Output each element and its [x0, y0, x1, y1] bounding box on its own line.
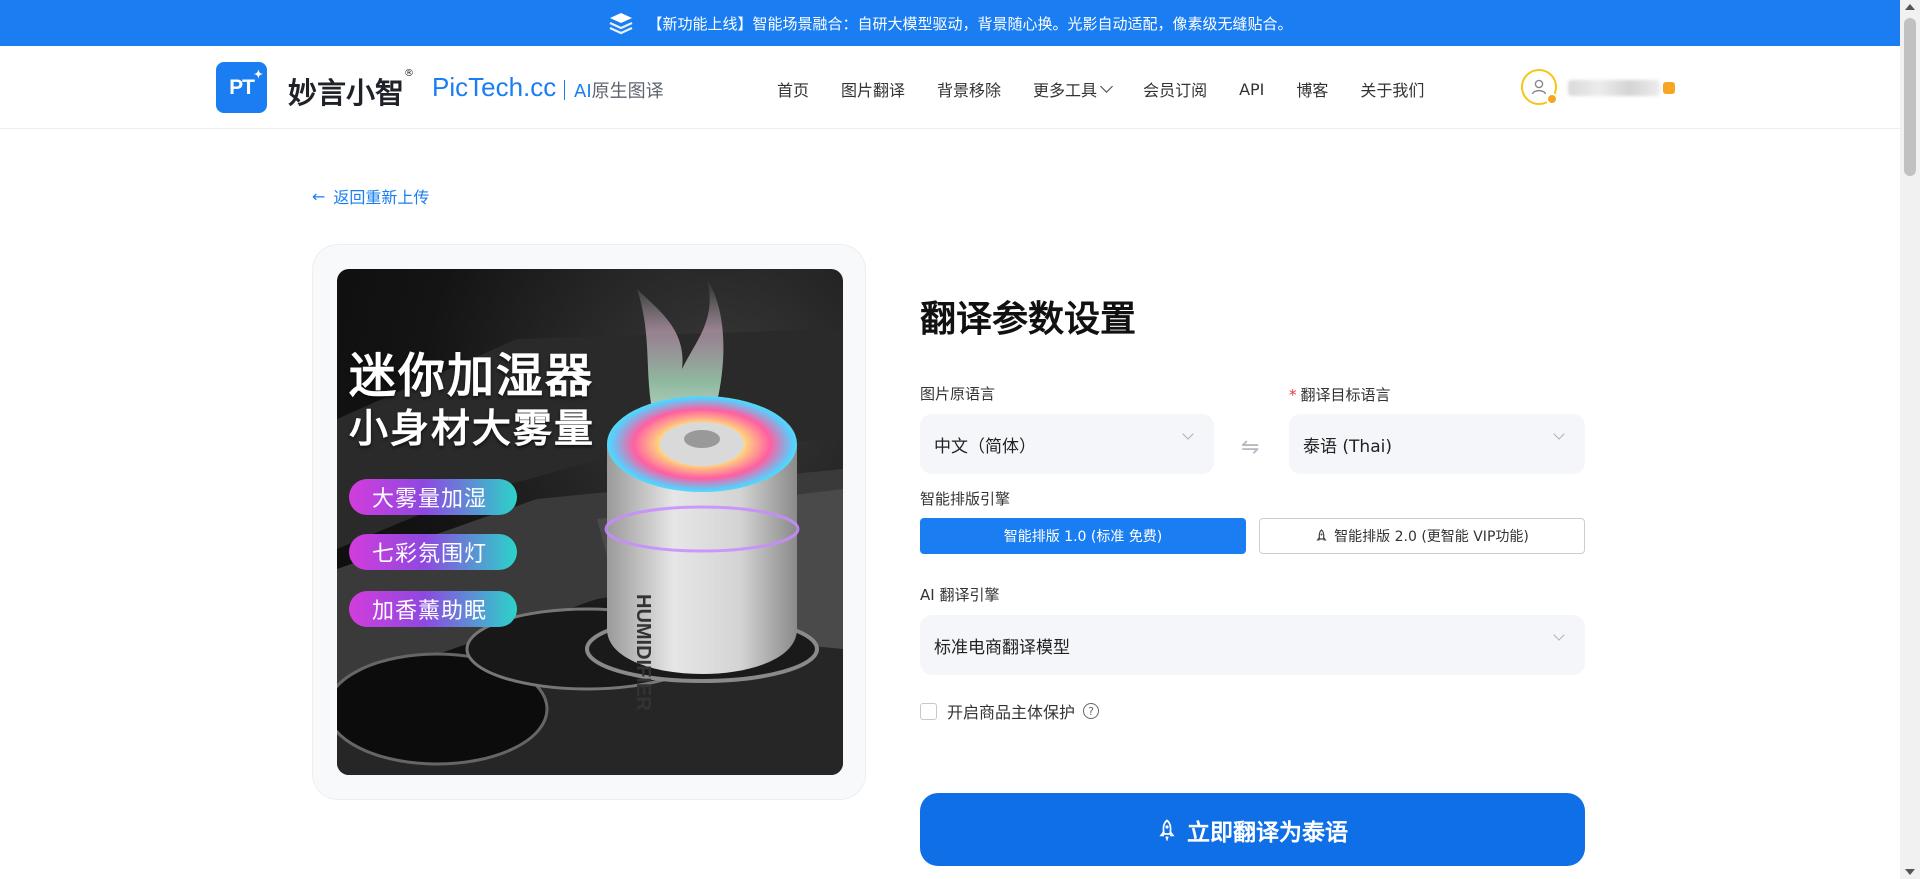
engine-v2-label: 智能排版 2.0 (更智能 VIP功能)	[1334, 529, 1529, 545]
nav-more-tools[interactable]: 更多工具	[1033, 77, 1113, 101]
user-avatar[interactable]	[1521, 69, 1558, 105]
nav-label: 背景移除	[937, 81, 1002, 100]
rocket-icon	[1315, 529, 1328, 543]
nav-image-translate[interactable]: 图片翻译	[841, 77, 905, 101]
nav-label: 首页	[777, 81, 810, 100]
translate-now-label: 立即翻译为泰语	[1187, 819, 1348, 846]
feature-pill: 大雾量加湿	[349, 479, 517, 515]
product-image: HUMIDIFIER 迷你加湿器 小身材大雾量 大雾量加湿 七彩氛围灯 加香薰助…	[337, 269, 843, 775]
chevron-down-icon	[1553, 428, 1565, 440]
brand-divider	[564, 80, 565, 100]
image-preview-card: HUMIDIFIER 迷你加湿器 小身材大雾量 大雾量加湿 七彩氛围灯 加香薰助…	[312, 244, 866, 800]
nav-label: API	[1239, 79, 1265, 99]
protect-subject-checkbox[interactable]	[920, 702, 937, 720]
back-reupload-link[interactable]: ← 返回重新上传	[312, 184, 429, 208]
source-language-select[interactable]: 中文（简体）	[920, 414, 1214, 474]
rocket-icon	[1157, 818, 1177, 841]
feature-pill: 加香薰助眠	[349, 591, 517, 627]
user-icon	[1531, 79, 1547, 95]
nav-label: 更多工具	[1033, 81, 1098, 100]
scroll-down-icon[interactable]	[1905, 869, 1915, 875]
nav-about[interactable]: 关于我们	[1360, 77, 1424, 101]
target-language-value: 泰语 (Thai)	[1303, 436, 1392, 457]
protect-subject-label[interactable]: 开启商品主体保护	[947, 699, 1075, 723]
settings-title: 翻译参数设置	[920, 299, 1137, 340]
brand-tagline-ai: AI	[574, 81, 592, 102]
target-language-label-text: 翻译目标语言	[1300, 386, 1391, 404]
chevron-down-icon	[1100, 79, 1113, 93]
back-link-label: 返回重新上传	[333, 188, 430, 207]
logo[interactable]: PT ✦	[216, 62, 267, 113]
layers-icon	[607, 10, 635, 36]
crown-icon	[1546, 93, 1558, 105]
brand-name-en[interactable]: PicTech.cc	[432, 72, 556, 103]
engine-v1-label: 智能排版 1.0 (标准 免费)	[1003, 529, 1163, 545]
chevron-down-icon	[1182, 428, 1194, 440]
chevron-down-icon	[1553, 629, 1565, 641]
nav-label: 会员订阅	[1143, 81, 1208, 100]
nav-label: 博客	[1296, 81, 1329, 100]
registered-mark: ®	[404, 68, 415, 79]
device-label: HUMIDIFIER	[632, 594, 654, 711]
brand-cn-text: 妙言小智	[288, 76, 405, 110]
feature-pill: 七彩氛围灯	[349, 534, 517, 570]
vip-crown-icon	[1663, 82, 1675, 94]
product-subtitle: 小身材大雾量	[349, 407, 596, 452]
scroll-up-icon[interactable]	[1905, 4, 1915, 10]
username-redacted[interactable]	[1568, 80, 1660, 96]
nav-api[interactable]: API	[1239, 77, 1264, 101]
brand-tagline-rest: 原生图译	[591, 81, 664, 102]
nav-label: 关于我们	[1360, 81, 1425, 100]
nav-background-remove[interactable]: 背景移除	[937, 77, 1001, 101]
engine-v1-button[interactable]: 智能排版 1.0 (标准 免费)	[920, 518, 1246, 554]
ai-engine-label: AI 翻译引擎	[920, 586, 1000, 604]
main-nav: 首页 图片翻译 背景移除 更多工具 会员订阅 API 博客 关于我们	[777, 77, 1456, 101]
ai-engine-value: 标准电商翻译模型	[934, 637, 1070, 658]
page-scrollbar[interactable]	[1900, 0, 1920, 879]
engine-v2-button[interactable]: 智能排版 2.0 (更智能 VIP功能)	[1259, 518, 1585, 554]
logo-text: PT	[229, 75, 255, 99]
source-language-label: 图片原语言	[920, 385, 996, 403]
nav-label: 图片翻译	[841, 81, 906, 100]
swap-languages-icon[interactable]: ⇋	[1241, 435, 1259, 460]
protect-subject-row: 开启商品主体保护 ?	[920, 699, 1100, 723]
brand-tagline: AI原生图译	[574, 77, 664, 103]
target-language-label: * 翻译目标语言	[1289, 384, 1391, 405]
announcement-banner[interactable]: 【新功能上线】智能场景融合：自研大模型驱动，背景随心换。光影自动适配，像素级无缝…	[0, 0, 1900, 46]
help-icon[interactable]: ?	[1083, 703, 1100, 719]
arrow-left-icon: ←	[312, 186, 326, 206]
nav-home[interactable]: 首页	[777, 77, 809, 101]
site-header: PT ✦ 妙言小智® PicTech.cc AI原生图译 首页 图片翻译 背景移…	[0, 46, 1900, 129]
sparkle-icon: ✦	[253, 69, 263, 81]
brand-name-cn[interactable]: 妙言小智®	[288, 68, 415, 112]
nav-membership[interactable]: 会员订阅	[1143, 77, 1207, 101]
ai-engine-select[interactable]: 标准电商翻译模型	[920, 615, 1585, 675]
scrollbar-thumb[interactable]	[1904, 18, 1916, 176]
source-language-value: 中文（简体）	[934, 436, 1036, 457]
required-mark: *	[1289, 386, 1297, 404]
translate-now-button[interactable]: 立即翻译为泰语	[920, 793, 1585, 866]
nav-blog[interactable]: 博客	[1296, 77, 1328, 101]
banner-text: 【新功能上线】智能场景融合：自研大模型驱动，背景随心换。光影自动适配，像素级无缝…	[647, 14, 1293, 33]
layout-engine-label: 智能排版引擎	[920, 490, 1011, 508]
product-title: 迷你加湿器	[349, 349, 594, 404]
target-language-select[interactable]: 泰语 (Thai)	[1289, 414, 1585, 474]
